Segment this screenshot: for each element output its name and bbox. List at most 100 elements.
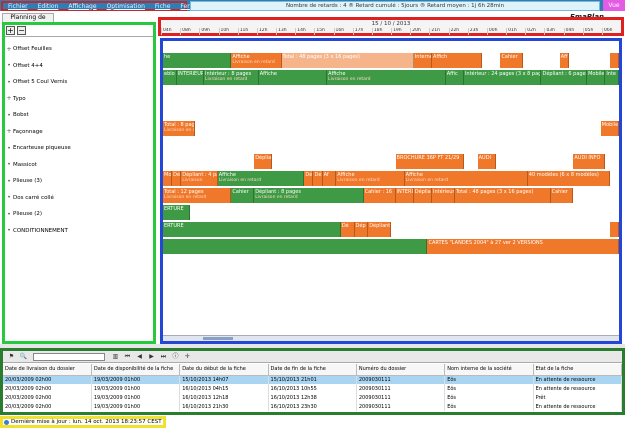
tree-item[interactable]: + Offset Feuilles [5,41,153,58]
scrollbar-thumb[interactable] [203,337,233,340]
gantt-task-bar[interactable]: Affiche Livraison en retard [231,53,282,68]
gantt-task-bar[interactable]: Intérieur [432,188,455,204]
gantt-task-bar[interactable]: Dépliant [368,222,391,237]
timeline-hour: 18h [371,28,391,35]
column-header[interactable]: Date de fin de la fiche [268,364,357,376]
expand-icon[interactable]: + [5,95,13,102]
vue-button[interactable]: Vue [603,0,625,11]
move-icon[interactable]: ✛ [183,352,192,361]
tree-item[interactable]: • Bobst [5,107,153,124]
tree-item[interactable]: • Encarteuse piqueuse [5,140,153,157]
menu-fichier[interactable]: Fichier [3,3,33,10]
tree-item[interactable]: • Plieuse (3) [5,173,153,190]
column-header[interactable]: Date de disponibilité de la fiche [91,364,181,376]
gantt-task-bar[interactable]: Dép [354,222,369,237]
tree-item-label: Typo [13,95,26,102]
expand-icon[interactable]: + [5,128,13,135]
gantt-task-bar[interactable]: Affich [432,53,483,68]
tree-item[interactable]: • Massicot [5,157,153,174]
flag-icon[interactable]: ⚑ [7,352,16,361]
gantt-task-bar[interactable]: BROCHURE 36P FT 21/29 [395,154,464,170]
gantt-task-bar[interactable]: Inte [605,69,619,85]
tree-item[interactable]: • Plieuse (2) [5,206,153,223]
menu-fiche[interactable]: Fiche [150,3,175,10]
gantt-task-bar[interactable]: Affiche Livraison en retard [404,171,528,187]
search-icon[interactable]: 🔍 [19,352,28,361]
gantt-task-bar[interactable]: Intérieur : 8 pages Livraison en retard [204,69,259,85]
column-header[interactable]: Etat de la fiche [533,364,623,376]
info-icon[interactable]: ⓘ [171,352,180,361]
gantt-task-bar[interactable]: Total : 8 pagesLivraison en retard [163,120,195,136]
gantt-task-bar[interactable]: eblo [163,69,177,85]
first-icon[interactable]: ⏮ [123,352,132,361]
gantt-task-bar[interactable]: Affiche Livraison en retard [217,171,305,187]
gantt-task-bar[interactable] [609,53,619,68]
gantt-task-bar[interactable]: Af [322,171,337,187]
gantt-horizontal-scrollbar[interactable] [163,335,619,341]
gantt-task-bar[interactable]: Mobile [600,120,619,136]
gantt-task-bar[interactable]: Total : 48 pages (3 x 16 pages) [281,53,414,68]
last-icon[interactable]: ⏭ [159,352,168,361]
gantt-task-bar[interactable]: Mo [163,171,173,187]
tree-item[interactable]: • CONDITIONNEMENT [5,223,153,240]
expand-icon[interactable]: + [5,46,13,53]
gantt-task-bar[interactable]: ERTURE [163,222,341,237]
table-search-input[interactable] [33,353,105,361]
tree-item[interactable]: • Dos carré collé [5,190,153,207]
tab-planning[interactable]: Planning de travail [2,13,54,29]
table-row[interactable]: 20/03/2009 02h00 19/03/2009 01h00 16/10/20… [3,393,623,402]
tree-item[interactable]: • Offset 5 Coul Vernis [5,74,153,91]
collapse-all-button[interactable]: − [17,26,26,35]
gantt-task-bar[interactable]: Dé [304,171,314,187]
column-header[interactable]: Date de livraison du dossier [3,364,92,376]
column-header[interactable]: Nom interne de la société [444,364,534,376]
table-row[interactable]: 20/03/2009 02h00 19/03/2009 01h00 16/10/20… [3,384,623,393]
gantt-task-bar[interactable]: Cahier [500,53,524,68]
gantt-task-bar[interactable]: AUDI INFO [573,154,606,170]
gantt-task-bar[interactable]: Dé [313,171,323,187]
gantt-task-bar[interactable]: Cahier [550,188,574,204]
gantt-task-bar[interactable]: INTERIEUR [176,69,205,85]
gantt-task-bar[interactable]: Total : 12 pages Livraison en retard [163,188,232,204]
gantt-task-bar[interactable]: Dépliant : 4 pagesLivraison [181,171,218,187]
gantt-task-bar[interactable]: Intérieur : 24 pages (3 x 8 pages) [463,69,542,85]
menu-edition[interactable]: Edition [33,3,64,10]
table-row[interactable]: 20/03/2009 02h00 19/03/2009 01h00 15/10/20… [3,375,623,384]
gantt-task-bar[interactable]: Affiche Livraison en retard [336,171,405,187]
gantt-task-bar[interactable]: ERTURE [163,205,191,221]
gantt-task-bar[interactable]: Affiche [258,69,328,85]
gantt-task-bar[interactable]: Cahier [231,188,255,204]
gantt-task-bar[interactable]: Dépliant [413,188,433,204]
menu-affichage[interactable]: Affichage [63,3,101,10]
gantt-task-bar[interactable]: Dépliant [254,154,273,170]
gantt-task-bar[interactable]: Dé [172,171,182,187]
column-header[interactable]: Date du début de la fiche [179,364,269,376]
gantt-task-bar[interactable]: Dépliant : 8 pages Livraison en retard [254,188,364,204]
gantt-task-bar[interactable]: Dé [340,222,355,237]
gantt-task-bar[interactable]: Affic [445,69,464,85]
tree-item[interactable]: + Façonnage [5,124,153,141]
gantt-task-bar[interactable]: Affiche Livraison en retard [327,69,446,85]
gantt-task-bar[interactable]: 40 modèles (6 x 8 modèles) [527,171,610,187]
prev-icon[interactable]: ◀ [135,352,144,361]
tree-item[interactable]: • Offset 4+4 [5,58,153,75]
gantt-task-bar[interactable] [163,238,428,254]
gantt-task-bar[interactable]: INTERIE [395,188,414,204]
gantt-task-bar[interactable]: Total : 48 pages (3 x 16 pages) [454,188,551,204]
gantt-task-bar[interactable]: CARTES "LANDES 2004" à 27 ver 2 VERSIONS [427,238,619,254]
tree-item[interactable]: + Typo [5,91,153,108]
menu-optimisation[interactable]: Optimisation [102,3,150,10]
gantt-task-bar[interactable]: Interne [413,53,433,68]
gantt-task-bar[interactable]: Aff [559,53,569,68]
columns-icon[interactable]: ▥ [111,352,120,361]
gantt-task-bar[interactable]: he [163,53,232,68]
gantt-task-bar[interactable] [609,222,619,237]
gantt-task-bar[interactable]: Dépliant : 6 pages [541,69,588,85]
gantt-task-bar[interactable]: Mobile [587,69,606,85]
expand-all-button[interactable]: + [6,26,15,35]
table-row[interactable]: 20/03/2009 02h00 19/03/2009 01h00 16/10/20… [3,402,623,411]
gantt-task-bar[interactable]: AUDI [477,154,496,170]
gantt-task-bar[interactable]: Cahier : 16 [363,188,396,204]
column-header[interactable]: Numéro du dossier [356,364,446,376]
next-icon[interactable]: ▶ [147,352,156,361]
